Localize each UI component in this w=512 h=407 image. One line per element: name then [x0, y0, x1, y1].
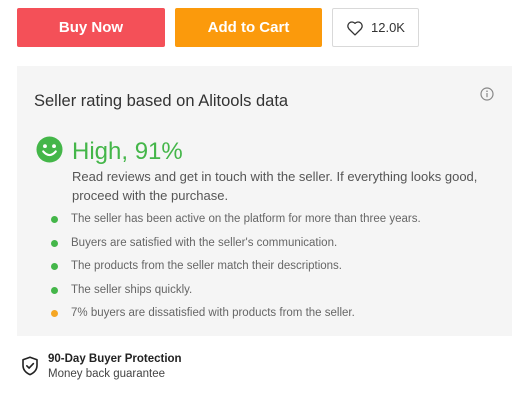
status-dot: [51, 286, 58, 294]
buyer-protection: 90-Day Buyer Protection Money back guara…: [21, 352, 182, 382]
status-dot: [51, 310, 58, 317]
panel-title: Seller rating based on Alitools data: [34, 92, 289, 110]
list-item: The products from the seller match their…: [51, 255, 421, 279]
add-to-cart-button[interactable]: Add to Cart: [175, 8, 322, 47]
rating-value: High, 91%: [72, 138, 183, 165]
status-dot: [51, 239, 58, 247]
status-dot: [51, 216, 58, 223]
list-item: Buyers are satisfied with the seller's c…: [51, 232, 421, 256]
info-icon[interactable]: [480, 87, 494, 106]
list-item: The seller ships quickly.: [51, 279, 421, 303]
seller-rating-panel: Seller rating based on Alitools data Hig…: [17, 66, 512, 336]
heart-icon: [346, 20, 364, 36]
buy-now-button[interactable]: Buy Now: [17, 8, 165, 47]
list-item: 7% buyers are dissatisfied with products…: [51, 302, 421, 326]
rating-row: High, 91%: [36, 136, 183, 168]
seller-points-list: The seller has been active on the platfo…: [51, 208, 421, 326]
wishlist-count: 12.0K: [371, 20, 405, 35]
wishlist-button[interactable]: 12.0K: [332, 8, 419, 47]
list-item: The seller has been active on the platfo…: [51, 208, 421, 232]
shield-check-icon: [21, 352, 39, 381]
rating-description: Read reviews and get in touch with the s…: [72, 169, 478, 203]
protection-title: 90-Day Buyer Protection: [48, 353, 182, 365]
protection-subtitle: Money back guarantee: [48, 368, 165, 380]
status-dot: [51, 263, 58, 270]
smiley-icon: [36, 136, 63, 168]
